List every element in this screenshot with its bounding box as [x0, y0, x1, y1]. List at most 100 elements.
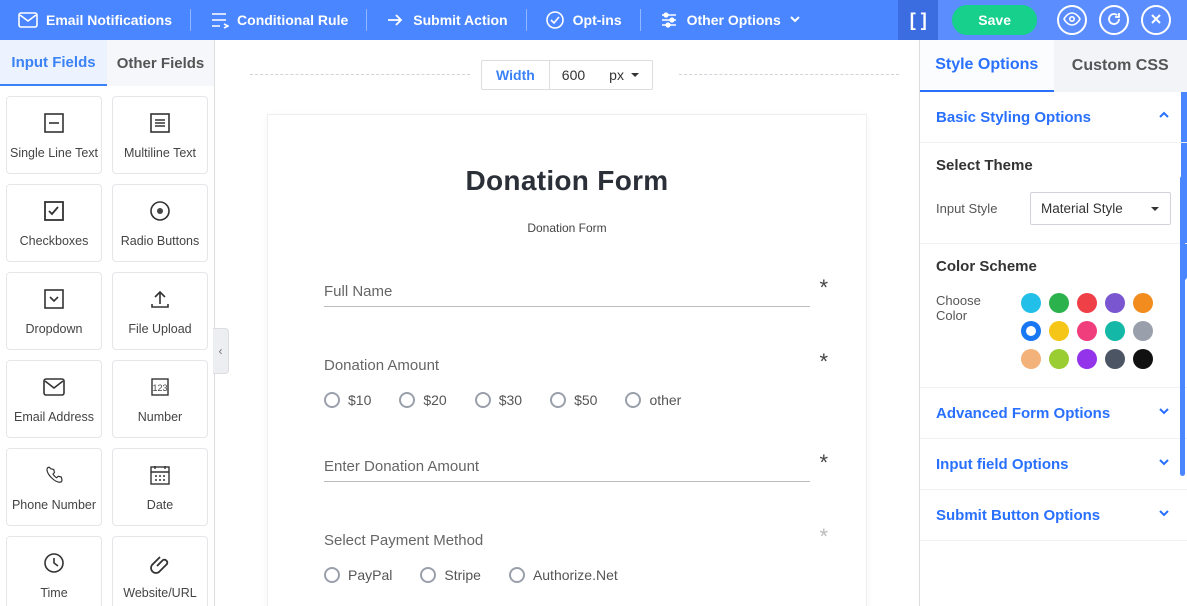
color-swatch[interactable]: [1021, 321, 1041, 341]
field-card-dropdown[interactable]: Dropdown: [6, 272, 102, 350]
radio-label: PayPal: [348, 567, 392, 583]
chevron-down-icon: [1157, 404, 1171, 422]
field-enter-amount[interactable]: Enter Donation Amount *: [324, 458, 810, 482]
refresh-icon: [1106, 11, 1122, 30]
field-card-multiline-text[interactable]: Multiline Text: [112, 96, 208, 174]
field-card-label: File Upload: [128, 322, 191, 336]
topbar-submit-action[interactable]: Submit Action: [367, 0, 525, 40]
scrollbar-thumb[interactable]: [1180, 176, 1185, 476]
topbar-other-options[interactable]: Other Options: [641, 0, 819, 40]
embed-code-button[interactable]: [ ]: [898, 0, 938, 40]
preview-button[interactable]: [1057, 5, 1087, 35]
accordion-input-field[interactable]: Input field Options: [920, 439, 1187, 490]
field-card-label: Date: [147, 498, 173, 512]
color-swatch[interactable]: [1049, 321, 1069, 341]
width-label: Width: [482, 61, 550, 89]
field-payment-method[interactable]: Select Payment Method * PayPalStripeAuth…: [324, 532, 810, 583]
ruler-left: [250, 74, 470, 75]
radio-label: $30: [499, 392, 522, 408]
radio-label: other: [649, 392, 681, 408]
field-card-email-address[interactable]: Email Address: [6, 360, 102, 438]
field-card-date[interactable]: Date: [112, 448, 208, 526]
topbar-conditional-rule[interactable]: Conditional Rule: [191, 0, 366, 40]
color-swatch[interactable]: [1105, 349, 1125, 369]
color-swatch[interactable]: [1077, 321, 1097, 341]
field-card-single-line-text[interactable]: Single Line Text: [6, 96, 102, 174]
tab-style-options[interactable]: Style Options: [920, 40, 1054, 92]
accordion-submit-button[interactable]: Submit Button Options: [920, 490, 1187, 541]
save-label: Save: [978, 12, 1011, 28]
field-card-label: Multiline Text: [124, 146, 196, 160]
radio-circle-icon: [625, 392, 641, 408]
color-swatch[interactable]: [1077, 293, 1097, 313]
radio-circle-icon: [550, 392, 566, 408]
field-card-label: Phone Number: [12, 498, 96, 512]
width-value-input[interactable]: 600: [550, 61, 597, 89]
field-card-file-upload[interactable]: File Upload: [112, 272, 208, 350]
field-icon: [147, 110, 173, 136]
caret-down-icon: [1150, 204, 1160, 214]
select-value: Material Style: [1041, 201, 1123, 216]
field-card-checkboxes[interactable]: Checkboxes: [6, 184, 102, 262]
color-swatch[interactable]: [1105, 293, 1125, 313]
color-swatch[interactable]: [1133, 321, 1153, 341]
accordion-label: Submit Button Options: [936, 507, 1100, 524]
field-card-time[interactable]: Time: [6, 536, 102, 606]
close-button[interactable]: [1141, 5, 1171, 35]
radio-option[interactable]: $10: [324, 392, 371, 408]
accordion-advanced-form[interactable]: Advanced Form Options: [920, 388, 1187, 439]
radio-option[interactable]: PayPal: [324, 567, 392, 583]
refresh-button[interactable]: [1099, 5, 1129, 35]
save-button[interactable]: Save: [952, 5, 1037, 35]
field-card-label: Website/URL: [123, 586, 196, 600]
color-swatch[interactable]: [1133, 349, 1153, 369]
eye-icon: [1063, 12, 1081, 29]
radio-option[interactable]: $50: [550, 392, 597, 408]
width-unit-dropdown[interactable]: px: [597, 61, 652, 89]
color-swatch[interactable]: [1021, 293, 1041, 313]
field-card-label: Dropdown: [26, 322, 83, 336]
radio-circle-icon: [509, 567, 525, 583]
tab-label: Other Fields: [117, 55, 205, 72]
field-label: Donation Amount: [324, 357, 810, 374]
field-card-website-url[interactable]: Website/URL: [112, 536, 208, 606]
field-card-label: Checkboxes: [20, 234, 89, 248]
color-swatch[interactable]: [1021, 349, 1041, 369]
topbar-opt-ins[interactable]: Opt-ins: [527, 0, 640, 40]
tab-input-fields[interactable]: Input Fields: [0, 40, 107, 86]
input-style-dropdown[interactable]: Material Style: [1030, 192, 1171, 225]
required-star: *: [819, 349, 828, 375]
topbar-label: Other Options: [687, 12, 781, 28]
color-swatch[interactable]: [1077, 349, 1097, 369]
section-title: Select Theme: [936, 157, 1171, 174]
radio-circle-icon: [420, 567, 436, 583]
radio-option[interactable]: $20: [399, 392, 446, 408]
chevron-up-icon: [1157, 108, 1171, 126]
accordion-basic-styling[interactable]: Basic Styling Options: [920, 92, 1187, 143]
radio-option[interactable]: $30: [475, 392, 522, 408]
color-swatch[interactable]: [1049, 293, 1069, 313]
tab-other-fields[interactable]: Other Fields: [107, 40, 214, 86]
radio-option[interactable]: Stripe: [420, 567, 481, 583]
field-card-radio-buttons[interactable]: Radio Buttons: [112, 184, 208, 262]
tab-label: Input Fields: [11, 54, 95, 71]
mail-icon: [18, 10, 38, 30]
color-swatch[interactable]: [1133, 293, 1153, 313]
tab-custom-css[interactable]: Custom CSS: [1054, 40, 1187, 92]
color-swatch[interactable]: [1105, 321, 1125, 341]
required-star: *: [819, 275, 828, 301]
radio-option[interactable]: Authorize.Net: [509, 567, 618, 583]
radio-option[interactable]: other: [625, 392, 681, 408]
sliders-icon: [659, 10, 679, 30]
field-card-number[interactable]: 123Number: [112, 360, 208, 438]
field-full-name[interactable]: Full Name *: [324, 283, 810, 307]
color-swatch[interactable]: [1049, 349, 1069, 369]
section-title: Color Scheme: [936, 258, 1171, 275]
field-icon: [41, 286, 67, 312]
form-preview[interactable]: Donation Form Donation Form Full Name * …: [267, 114, 867, 606]
field-card-phone-number[interactable]: Phone Number: [6, 448, 102, 526]
required-star: *: [819, 450, 828, 476]
field-donation-amount[interactable]: Donation Amount * $10$20$30$50other: [324, 357, 810, 408]
topbar-email-notifications[interactable]: Email Notifications: [0, 0, 190, 40]
accordion-label: Advanced Form Options: [936, 405, 1110, 422]
